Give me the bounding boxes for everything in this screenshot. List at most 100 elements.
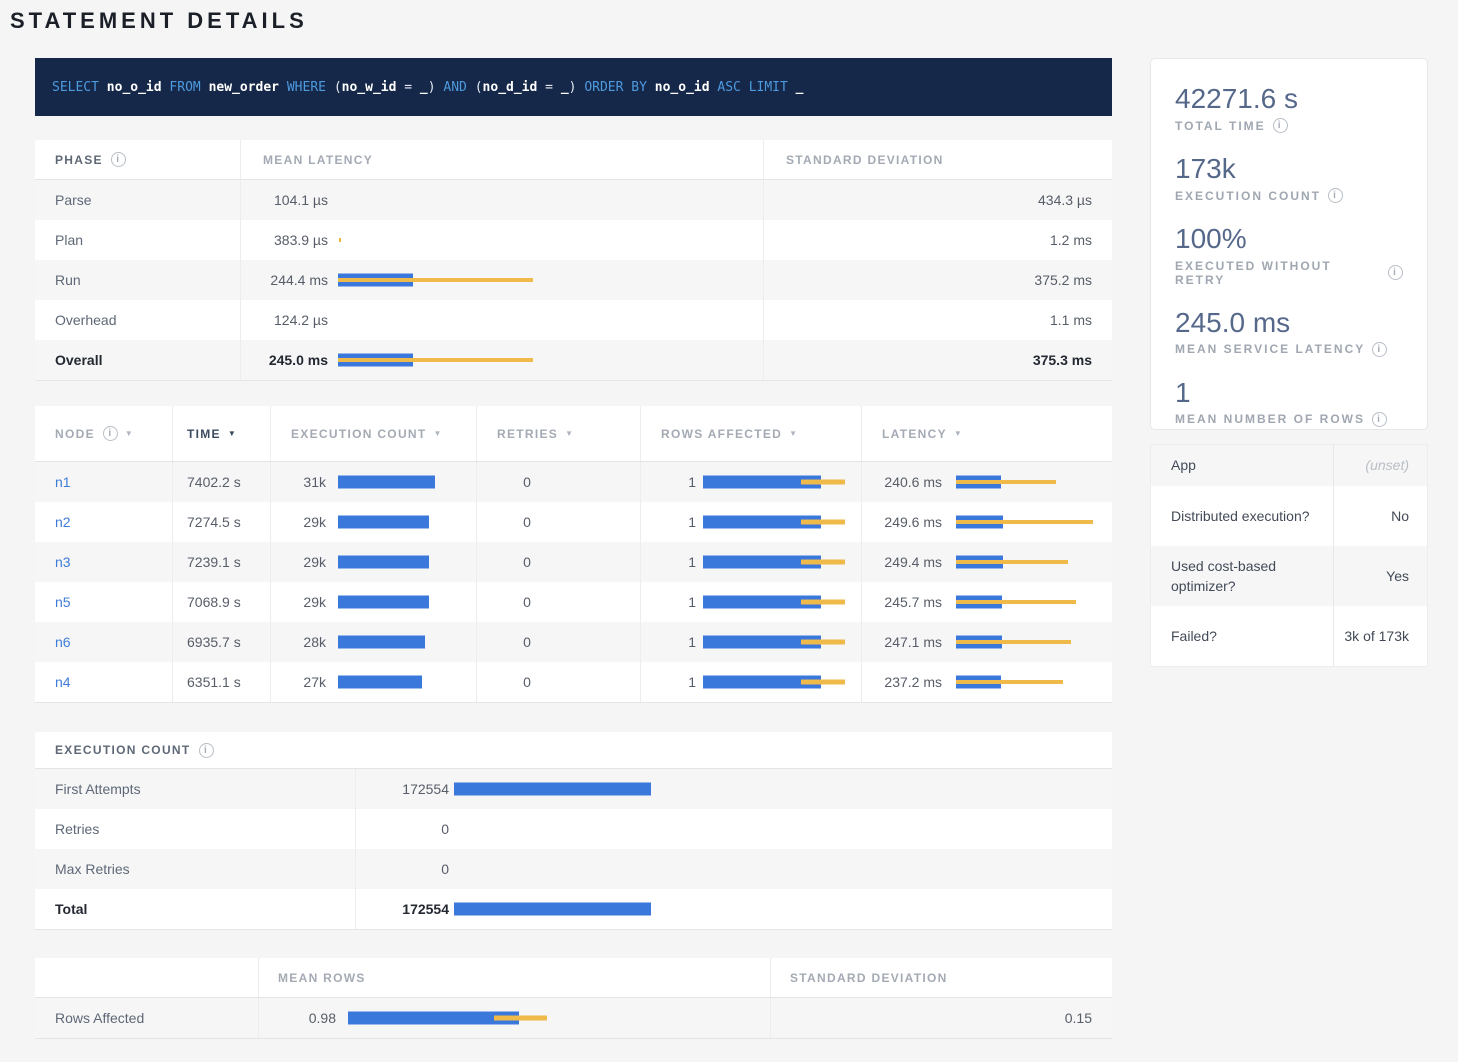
latency-bar bbox=[956, 554, 1112, 570]
rows-affected-value: 1 bbox=[641, 514, 696, 530]
latency-bar bbox=[338, 352, 763, 368]
mean-latency-header: MEAN LATENCY bbox=[240, 140, 763, 179]
time-header-label: TIME bbox=[187, 427, 221, 441]
summary-card: 42271.6 s TOTAL TIMEi 173k EXECUTION COU… bbox=[1150, 58, 1428, 430]
sort-arrow-icon: ▼ bbox=[565, 429, 574, 438]
retries-value: 0 bbox=[477, 514, 577, 530]
table-row: Retries 0 bbox=[35, 809, 1112, 849]
node-column-header[interactable]: NODE i ▼ bbox=[35, 406, 172, 461]
info-icon[interactable]: i bbox=[1388, 265, 1403, 280]
execution-count-bar bbox=[338, 554, 476, 570]
execution-count-table: EXECUTION COUNT i First Attempts 172554 … bbox=[35, 732, 1112, 930]
cost-based-optimizer-label: Used cost-based optimizer? bbox=[1151, 546, 1333, 606]
sort-arrow-icon: ▼ bbox=[125, 429, 134, 438]
mean-service-latency-value: 245.0 ms bbox=[1175, 307, 1403, 339]
latency-value: 237.2 ms bbox=[862, 674, 942, 690]
std-dev-header: STANDARD DEVIATION bbox=[770, 958, 1112, 997]
executed-without-retry-label: EXECUTED WITHOUT RETRY bbox=[1175, 259, 1381, 287]
std-dev-header: STANDARD DEVIATION bbox=[763, 140, 1112, 179]
time-column-header[interactable]: TIME ▼ bbox=[172, 406, 270, 461]
execution-count-bar bbox=[454, 901, 1112, 917]
std-dev-value: 375.3 ms bbox=[763, 340, 1112, 380]
phase-table-header: PHASE i MEAN LATENCY STANDARD DEVIATION bbox=[35, 140, 1112, 180]
latency-bar bbox=[338, 192, 763, 208]
node-header-label: NODE bbox=[55, 427, 95, 441]
node-link[interactable]: n6 bbox=[55, 634, 71, 650]
info-icon[interactable]: i bbox=[111, 152, 126, 167]
table-row: First Attempts 172554 bbox=[35, 769, 1112, 809]
latency-bar bbox=[956, 674, 1112, 690]
table-row: n1 7402.2 s 31k 0 1 240.6 ms bbox=[35, 462, 1112, 502]
rows-affected-bar bbox=[703, 514, 861, 530]
mean-rows-header: MEAN ROWS bbox=[258, 958, 770, 997]
node-link[interactable]: n4 bbox=[55, 674, 71, 690]
mean-rows-value: 0.98 bbox=[259, 1010, 336, 1026]
cost-based-optimizer-value: Yes bbox=[1333, 546, 1427, 606]
latency-value: 240.6 ms bbox=[862, 474, 942, 490]
exec-row-value: 0 bbox=[356, 821, 449, 837]
execution-count-value: 173k bbox=[1175, 153, 1403, 185]
mean-service-latency-label: MEAN SERVICE LATENCY bbox=[1175, 342, 1365, 356]
node-link[interactable]: n5 bbox=[55, 594, 71, 610]
rows-affected-column-header[interactable]: ROWS AFFECTED ▼ bbox=[640, 406, 861, 461]
latency-bar bbox=[956, 514, 1112, 530]
table-row: n3 7239.1 s 29k 0 1 249.4 ms bbox=[35, 542, 1112, 582]
table-row: Overhead 124.2 µs 1.1 ms bbox=[35, 300, 1112, 340]
table-row: Run 244.4 ms 375.2 ms bbox=[35, 260, 1112, 300]
latency-value: 247.1 ms bbox=[862, 634, 942, 650]
rows-affected-label: Rows Affected bbox=[35, 998, 258, 1038]
latency-value: 249.4 ms bbox=[862, 554, 942, 570]
latency-value: 245.7 ms bbox=[862, 594, 942, 610]
summary-item: 245.0 ms MEAN SERVICE LATENCY i bbox=[1175, 307, 1403, 357]
execution-count-label: EXECUTION COUNT bbox=[1175, 189, 1321, 203]
latency-bar bbox=[338, 312, 763, 328]
execution-count-bar bbox=[454, 861, 1112, 877]
execution-count-value: 27k bbox=[271, 674, 326, 690]
retries-header-label: RETRIES bbox=[497, 427, 558, 441]
node-link[interactable]: n2 bbox=[55, 514, 71, 530]
info-icon[interactable]: i bbox=[1273, 118, 1288, 133]
app-value: (unset) bbox=[1333, 445, 1427, 486]
table-row: n4 6351.1 s 27k 0 1 237.2 ms bbox=[35, 662, 1112, 702]
rows-affected-bar bbox=[703, 474, 861, 490]
exec-row-label: Max Retries bbox=[35, 849, 355, 889]
node-link[interactable]: n1 bbox=[55, 474, 71, 490]
mean-number-of-rows-value: 1 bbox=[1175, 377, 1403, 409]
info-icon[interactable]: i bbox=[1372, 412, 1387, 427]
summary-item: 173k EXECUTION COUNT i bbox=[1175, 153, 1403, 203]
rows-affected-header-label: ROWS AFFECTED bbox=[661, 427, 782, 441]
execution-count-table-title: EXECUTION COUNT bbox=[55, 743, 191, 757]
distributed-execution-label: Distributed execution? bbox=[1151, 486, 1333, 546]
info-icon[interactable]: i bbox=[1372, 342, 1387, 357]
table-row: Plan 383.9 µs 1.2 ms bbox=[35, 220, 1112, 260]
std-dev-value: 375.2 ms bbox=[763, 260, 1112, 300]
latency-bar bbox=[338, 232, 763, 248]
info-icon[interactable]: i bbox=[1328, 188, 1343, 203]
exec-row-value: 0 bbox=[356, 861, 449, 877]
details-card: App (unset) Distributed execution? No Us… bbox=[1150, 444, 1428, 667]
summary-item: 1 MEAN NUMBER OF ROWSi bbox=[1175, 377, 1403, 427]
node-link[interactable]: n3 bbox=[55, 554, 71, 570]
mean-latency-value: 245.0 ms bbox=[241, 352, 328, 368]
rows-affected-value: 1 bbox=[641, 634, 696, 650]
rows-affected-value: 1 bbox=[641, 674, 696, 690]
info-icon[interactable]: i bbox=[199, 743, 214, 758]
detail-row-optimizer: Used cost-based optimizer? Yes bbox=[1151, 546, 1427, 606]
mean-latency-value: 104.1 µs bbox=[241, 192, 328, 208]
std-dev-value: 1.1 ms bbox=[763, 300, 1112, 340]
total-time-label: TOTAL TIME bbox=[1175, 119, 1266, 133]
retries-column-header[interactable]: RETRIES ▼ bbox=[476, 406, 640, 461]
execution-count-column-header[interactable]: EXECUTION COUNT ▼ bbox=[270, 406, 476, 461]
failed-label: Failed? bbox=[1151, 606, 1333, 666]
time-value: 7402.2 s bbox=[172, 462, 270, 502]
latency-column-header[interactable]: LATENCY ▼ bbox=[861, 406, 1112, 461]
phase-label: Plan bbox=[35, 220, 240, 260]
time-value: 6935.7 s bbox=[172, 622, 270, 662]
info-icon[interactable]: i bbox=[103, 426, 118, 441]
exec-row-value: 172554 bbox=[356, 781, 449, 797]
node-table: NODE i ▼ TIME ▼ EXECUTION COUNT ▼ RETRIE… bbox=[35, 406, 1112, 703]
detail-row-app: App (unset) bbox=[1151, 445, 1427, 486]
execution-count-table-header: EXECUTION COUNT i bbox=[35, 732, 1112, 769]
time-value: 6351.1 s bbox=[172, 662, 270, 702]
time-value: 7068.9 s bbox=[172, 582, 270, 622]
